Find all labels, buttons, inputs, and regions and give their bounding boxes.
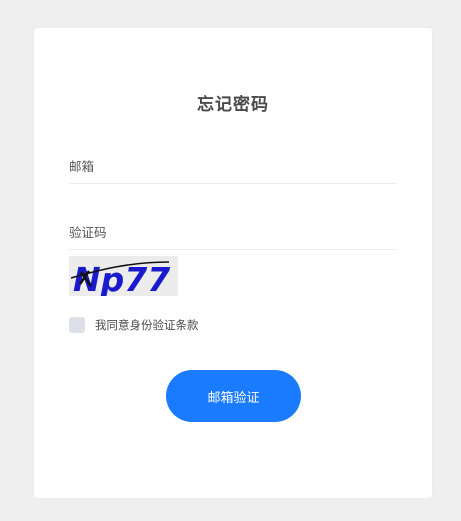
email-verify-button[interactable]: 邮箱验证 — [166, 370, 301, 422]
email-field-wrapper — [69, 149, 397, 184]
email-input[interactable] — [69, 149, 397, 183]
agree-terms-checkbox[interactable] — [69, 317, 85, 333]
forgot-password-card: 忘记密码 Np77 我同意身份验证条款 邮箱验证 — [34, 28, 432, 498]
captcha-image[interactable]: Np77 — [69, 256, 178, 296]
agree-terms-row: 我同意身份验证条款 — [69, 317, 199, 333]
verification-code-field-wrapper — [69, 215, 397, 250]
verification-code-input[interactable] — [69, 215, 397, 249]
page-title: 忘记密码 — [197, 95, 269, 115]
captcha-graphic: Np77 — [69, 256, 178, 296]
agree-terms-label: 我同意身份验证条款 — [95, 318, 199, 332]
